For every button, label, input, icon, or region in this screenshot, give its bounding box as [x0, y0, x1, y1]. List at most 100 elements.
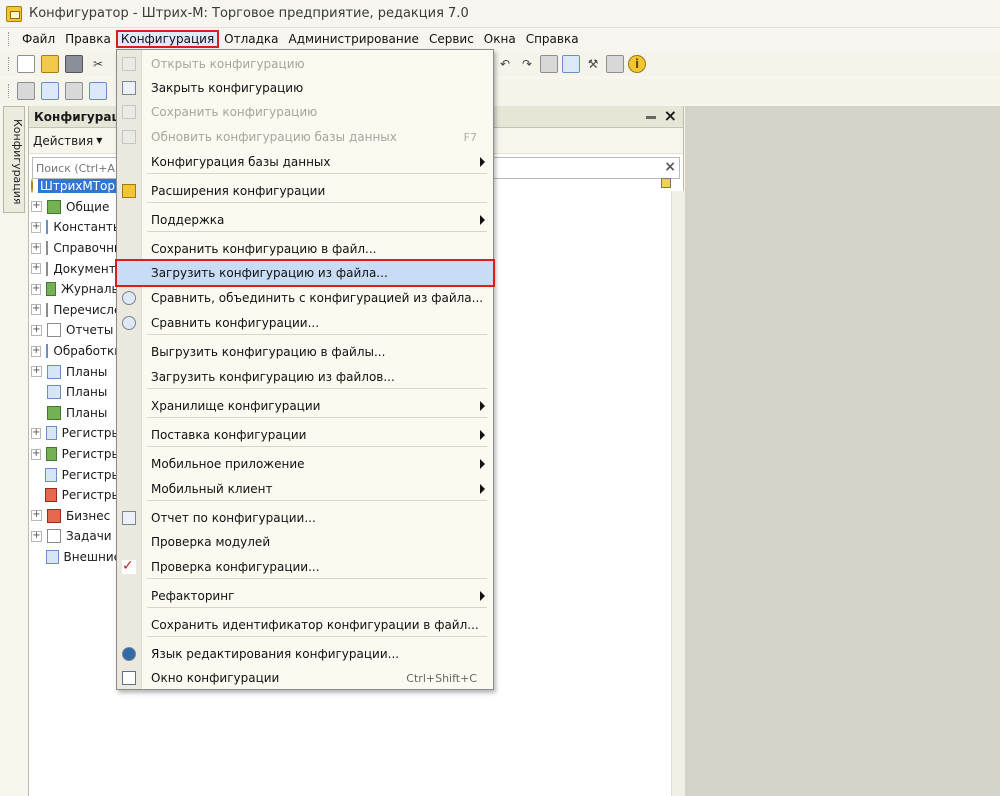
tree-item-journals[interactable]: + Журналы — [31, 279, 121, 300]
syntax-icon[interactable] — [41, 82, 59, 100]
sidebar-tab-configuration[interactable]: Конфигурация — [3, 106, 25, 213]
tree-item-registers-4[interactable]: Регистры — [31, 485, 121, 506]
menu-item-delivery[interactable]: Поставка конфигурации — [117, 423, 493, 447]
menu-item-open-config[interactable]: Открыть конфигурацию — [117, 52, 493, 76]
find-icon[interactable] — [562, 55, 580, 73]
tree-item-registers-1[interactable]: + Регистры — [31, 423, 121, 444]
tree-item-plans-1[interactable]: + Планы — [31, 361, 121, 382]
tree-item-root[interactable]: ШтрихМТорг — [31, 176, 121, 197]
tree-item-constants[interactable]: + Константы — [31, 217, 121, 238]
expand-icon[interactable]: + — [31, 201, 42, 213]
journals-icon — [46, 282, 56, 297]
expand-icon[interactable]: + — [31, 324, 42, 336]
tree-item-plans-3[interactable]: Планы — [31, 403, 121, 424]
documents-icon — [46, 261, 49, 276]
menu-item-check-config[interactable]: Проверка конфигурации... — [117, 555, 493, 579]
menu-administration[interactable]: Администрирование — [284, 30, 424, 48]
menu-debug[interactable]: Отладка — [219, 30, 283, 48]
expand-icon[interactable]: + — [31, 263, 42, 275]
copy-icon[interactable] — [540, 55, 558, 73]
menu-item-check-modules[interactable]: Проверка модулей — [117, 530, 493, 554]
tree-item-registers-2[interactable]: + Регистры — [31, 444, 121, 465]
menu-item-save-config[interactable]: Сохранить конфигурацию — [117, 100, 493, 124]
expand-icon[interactable]: + — [31, 510, 42, 522]
expand-icon[interactable]: + — [31, 221, 42, 233]
expand-placeholder — [31, 489, 40, 501]
menu-item-import-files[interactable]: Загрузить конфигурацию из файлов... — [117, 365, 493, 389]
tree-item-common[interactable]: + Общие — [31, 197, 121, 218]
menu-item-repository[interactable]: Хранилище конфигурации — [117, 394, 493, 418]
tree-item-business[interactable]: + Бизнес — [31, 506, 121, 527]
menu-item-config-window[interactable]: Окно конфигурации Ctrl+Shift+C — [117, 666, 493, 690]
tree-item-tasks[interactable]: + Задачи — [31, 526, 121, 547]
expand-icon[interactable]: + — [31, 345, 42, 357]
clear-search-icon[interactable]: × — [664, 159, 676, 175]
tree-item-catalogs[interactable]: + Справочники — [31, 238, 121, 259]
menu-service[interactable]: Сервис — [424, 30, 479, 48]
menu-item-export-files[interactable]: Выгрузить конфигурацию в файлы... — [117, 340, 493, 364]
tree-item-reports[interactable]: + Отчеты — [31, 320, 121, 341]
info-icon[interactable]: i — [628, 55, 646, 73]
save-config-icon — [122, 105, 136, 119]
tree-item-documents[interactable]: + Документы — [31, 258, 121, 279]
menu-item-refactoring[interactable]: Рефакторинг — [117, 584, 493, 608]
submenu-arrow-icon — [480, 591, 485, 601]
root-config-icon — [31, 179, 33, 194]
menu-item-save-config-id[interactable]: Сохранить идентификатор конфигурации в ф… — [117, 613, 493, 637]
menu-windows[interactable]: Окна — [479, 30, 521, 48]
menu-item-compare-configs[interactable]: Сравнить конфигурации... — [117, 311, 493, 335]
menu-edit[interactable]: Правка — [60, 30, 116, 48]
menu-separator — [147, 500, 487, 501]
right-toolbar: ↶ ↷ ⚒ i — [496, 52, 650, 76]
menu-item-config-report[interactable]: Отчет по конфигурации... — [117, 506, 493, 530]
expand-icon[interactable]: + — [31, 530, 42, 542]
vertical-scrollbar[interactable] — [671, 191, 685, 796]
submenu-arrow-icon — [480, 484, 485, 494]
menu-item-update-db-config[interactable]: Обновить конфигурацию базы данных F7 — [117, 125, 493, 149]
menu-item-compare-merge-file[interactable]: Сравнить, объединить с конфигурацией из … — [117, 286, 493, 310]
menu-item-db-config[interactable]: Конфигурация базы данных — [117, 150, 493, 174]
expand-icon[interactable]: + — [31, 448, 42, 460]
new-document-icon[interactable] — [17, 55, 35, 73]
menu-item-close-config[interactable]: Закрыть конфигурацию — [117, 76, 493, 100]
tree-item-label: Справочники — [53, 241, 121, 256]
actions-button[interactable]: Действия — [33, 134, 93, 148]
tree-item-dataprocessors[interactable]: + Обработки — [31, 341, 121, 362]
minimize-icon[interactable] — [645, 115, 656, 119]
redo-icon[interactable]: ↷ — [518, 55, 536, 73]
report-icon[interactable] — [606, 55, 624, 73]
database-icon[interactable] — [65, 82, 83, 100]
expand-icon[interactable]: + — [31, 242, 42, 254]
expand-placeholder — [31, 407, 42, 419]
open-folder-icon[interactable] — [41, 55, 59, 73]
menu-item-save-to-file[interactable]: Сохранить конфигурацию в файл... — [117, 237, 493, 261]
menu-item-load-from-file[interactable]: Загрузить конфигурацию из файла... — [115, 259, 495, 287]
menu-configuration[interactable]: Конфигурация — [115, 30, 220, 48]
tree-item-plans-2[interactable]: Планы — [31, 382, 121, 403]
undo-icon[interactable]: ↶ — [496, 55, 514, 73]
tree-item-external[interactable]: Внешние — [31, 547, 121, 568]
plans-icon — [47, 405, 61, 420]
table-icon[interactable] — [89, 82, 107, 100]
menu-item-support[interactable]: Поддержка — [117, 208, 493, 232]
menu-item-extensions[interactable]: Расширения конфигурации — [117, 179, 493, 203]
expand-icon[interactable]: + — [31, 427, 42, 439]
cut-icon[interactable]: ✂ — [89, 55, 107, 73]
chevron-down-icon[interactable]: ▼ — [96, 136, 102, 145]
close-icon[interactable]: × — [664, 108, 677, 124]
menu-help[interactable]: Справка — [521, 30, 584, 48]
save-icon[interactable] — [65, 55, 83, 73]
tree-item-enums[interactable]: + Перечисления — [31, 300, 121, 321]
user-tools-icon[interactable]: ⚒ — [584, 55, 602, 73]
menu-item-edit-language[interactable]: Язык редактирования конфигурации... — [117, 642, 493, 666]
menu-file[interactable]: Файл — [17, 30, 60, 48]
reports-icon — [47, 323, 61, 338]
module-icon[interactable] — [17, 82, 35, 100]
expand-icon[interactable]: + — [31, 304, 42, 316]
expand-icon[interactable]: + — [31, 366, 42, 378]
tree-item-registers-3[interactable]: Регистры — [31, 464, 121, 485]
submenu-arrow-icon — [480, 459, 485, 469]
menu-item-mobile-client[interactable]: Мобильный клиент — [117, 477, 493, 501]
menu-item-mobile-app[interactable]: Мобильное приложение — [117, 452, 493, 476]
expand-icon[interactable]: + — [31, 283, 42, 295]
